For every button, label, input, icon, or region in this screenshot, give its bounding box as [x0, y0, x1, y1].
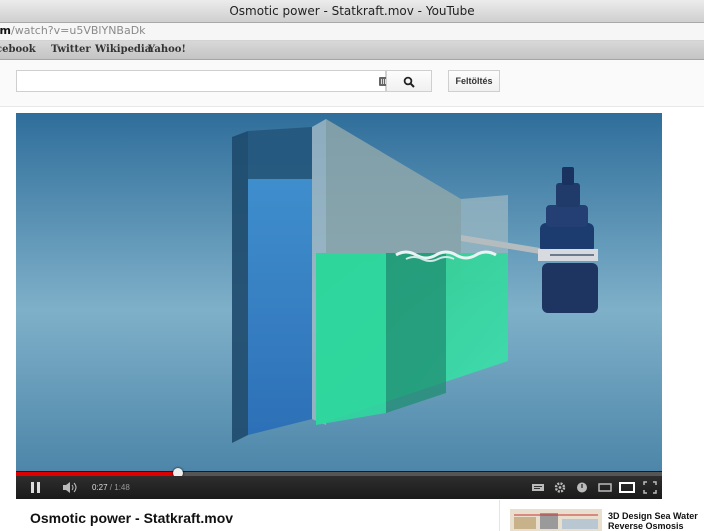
window-titlebar: Osmotic power - Statkraft.mov - YouTube: [0, 0, 704, 23]
related-title-line1: 3D Design Sea Water: [608, 511, 698, 521]
url-text[interactable]: om/watch?v=u5VBlYNBaDk: [0, 24, 146, 37]
watch-later-icon[interactable]: [575, 480, 589, 495]
bookmark-wikipedia[interactable]: Wikipedia: [95, 44, 151, 55]
settings-icon[interactable]: [553, 480, 567, 495]
volume-icon[interactable]: [62, 480, 78, 495]
fullscreen-icon[interactable]: [642, 480, 658, 495]
bookmarks-bar: cebook Twitter Wikipedia Yahoo!: [0, 41, 704, 60]
large-player-icon[interactable]: [619, 480, 635, 495]
bookmark-yahoo[interactable]: Yahoo!: [148, 44, 186, 55]
search-input[interactable]: [16, 70, 393, 92]
youtube-header: Feltöltés: [0, 60, 704, 107]
thumbnail-image: [510, 509, 602, 531]
bookmark-twitter[interactable]: Twitter: [51, 44, 91, 55]
url-path: /watch?v=u5VBlYNBaDk: [11, 24, 146, 37]
video-title: Osmotic power - Statkraft.mov: [30, 510, 234, 526]
current-time: 0:27: [92, 483, 108, 492]
video-frame[interactable]: [16, 113, 662, 471]
column-divider: [499, 500, 500, 531]
window-title: Osmotic power - Statkraft.mov - YouTube: [229, 4, 475, 18]
total-time: 1:48: [114, 483, 130, 492]
video-scene: [16, 113, 662, 471]
url-host: om: [0, 24, 12, 37]
bookmark-facebook[interactable]: cebook: [0, 44, 36, 55]
related-title-line2: Reverse Osmosis: [608, 521, 684, 531]
pause-icon[interactable]: [30, 480, 42, 495]
address-bar[interactable]: om/watch?v=u5VBlYNBaDk: [0, 23, 704, 41]
captions-icon[interactable]: [531, 480, 545, 495]
player-controls: 0:27 / 1:48: [16, 476, 662, 499]
related-video-title[interactable]: 3D Design Sea Water Reverse Osmosis: [608, 511, 698, 531]
related-video-thumbnail[interactable]: [510, 509, 602, 531]
upload-button[interactable]: Feltöltés: [448, 70, 500, 92]
search-icon: [403, 76, 415, 88]
time-display: 0:27 / 1:48: [92, 483, 130, 492]
small-player-icon[interactable]: [597, 480, 613, 495]
video-player[interactable]: 0:27 / 1:48: [16, 113, 662, 499]
search-button[interactable]: [386, 70, 432, 92]
